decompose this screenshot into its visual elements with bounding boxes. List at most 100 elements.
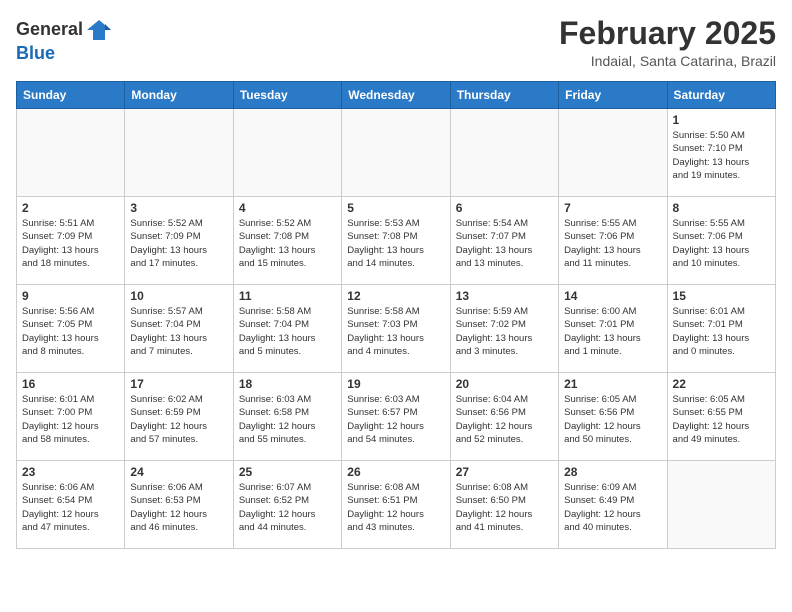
calendar-cell: 5 Sunrise: 5:53 AM Sunset: 7:08 PM Daylig… (342, 197, 450, 285)
calendar-week-3: 16 Sunrise: 6:01 AM Sunset: 7:00 PM Dayli… (17, 373, 776, 461)
calendar-cell: 6 Sunrise: 5:54 AM Sunset: 7:07 PM Daylig… (450, 197, 558, 285)
calendar-cell: 13 Sunrise: 5:59 AM Sunset: 7:02 PM Dayli… (450, 285, 558, 373)
day-number: 9 (22, 289, 119, 303)
day-number: 8 (673, 201, 770, 215)
logo: General Blue (16, 16, 113, 64)
logo-icon (85, 16, 113, 44)
day-number: 7 (564, 201, 661, 215)
calendar-cell: 4Sunrise: 5:52 AM Sunset: 7:08 PM Daylig… (233, 197, 341, 285)
day-info: Sunrise: 5:55 AM Sunset: 7:06 PM Dayligh… (564, 217, 661, 270)
calendar-cell: 26 Sunrise: 6:08 AM Sunset: 6:51 PM Dayli… (342, 461, 450, 549)
calendar-weekday-thursday: Thursday (450, 82, 558, 109)
day-info: Sunrise: 5:55 AM Sunset: 7:06 PM Dayligh… (673, 217, 770, 270)
day-info: Sunrise: 5:57 AM Sunset: 7:04 PM Dayligh… (130, 305, 227, 358)
calendar-header-row: SundayMondayTuesdayWednesdayThursdayFrid… (17, 82, 776, 109)
calendar-cell: 8 Sunrise: 5:55 AM Sunset: 7:06 PM Daylig… (667, 197, 775, 285)
calendar-cell: 14 Sunrise: 6:00 AM Sunset: 7:01 PM Dayli… (559, 285, 667, 373)
day-number: 28 (564, 465, 661, 479)
day-info: Sunrise: 5:53 AM Sunset: 7:08 PM Dayligh… (347, 217, 444, 270)
day-info: Sunrise: 5:54 AM Sunset: 7:07 PM Dayligh… (456, 217, 553, 270)
calendar-cell: 19 Sunrise: 6:03 AM Sunset: 6:57 PM Dayli… (342, 373, 450, 461)
day-number: 2 (22, 201, 119, 215)
day-info: Sunrise: 6:07 AM Sunset: 6:52 PM Dayligh… (239, 481, 336, 534)
day-info: Sunrise: 5:51 AM Sunset: 7:09 PM Dayligh… (22, 217, 119, 270)
calendar-cell (125, 109, 233, 197)
day-number: 27 (456, 465, 553, 479)
day-info: Sunrise: 5:58 AM Sunset: 7:04 PM Dayligh… (239, 305, 336, 358)
day-number: 13 (456, 289, 553, 303)
calendar-cell: 7 Sunrise: 5:55 AM Sunset: 7:06 PM Daylig… (559, 197, 667, 285)
calendar-cell: 2 Sunrise: 5:51 AM Sunset: 7:09 PM Daylig… (17, 197, 125, 285)
calendar-cell: 23Sunrise: 6:06 AM Sunset: 6:54 PM Dayli… (17, 461, 125, 549)
day-number: 6 (456, 201, 553, 215)
day-info: Sunrise: 6:04 AM Sunset: 6:56 PM Dayligh… (456, 393, 553, 446)
calendar-cell: 10 Sunrise: 5:57 AM Sunset: 7:04 PM Dayli… (125, 285, 233, 373)
calendar-cell: 22Sunrise: 6:05 AM Sunset: 6:55 PM Dayli… (667, 373, 775, 461)
day-info: Sunrise: 6:06 AM Sunset: 6:53 PM Dayligh… (130, 481, 227, 534)
calendar-cell: 25 Sunrise: 6:07 AM Sunset: 6:52 PM Dayli… (233, 461, 341, 549)
title-block: February 2025 Indaial, Santa Catarina, B… (559, 16, 776, 69)
day-info: Sunrise: 6:01 AM Sunset: 7:00 PM Dayligh… (22, 393, 119, 446)
calendar-cell: 28 Sunrise: 6:09 AM Sunset: 6:49 PM Dayli… (559, 461, 667, 549)
day-info: Sunrise: 5:56 AM Sunset: 7:05 PM Dayligh… (22, 305, 119, 358)
day-number: 15 (673, 289, 770, 303)
day-info: Sunrise: 6:03 AM Sunset: 6:57 PM Dayligh… (347, 393, 444, 446)
day-info: Sunrise: 5:58 AM Sunset: 7:03 PM Dayligh… (347, 305, 444, 358)
day-info: Sunrise: 6:00 AM Sunset: 7:01 PM Dayligh… (564, 305, 661, 358)
calendar-weekday-saturday: Saturday (667, 82, 775, 109)
calendar-weekday-wednesday: Wednesday (342, 82, 450, 109)
logo-blue: Blue (16, 44, 113, 64)
day-info: Sunrise: 6:05 AM Sunset: 6:56 PM Dayligh… (564, 393, 661, 446)
day-number: 1 (673, 113, 770, 127)
calendar-week-1: 2 Sunrise: 5:51 AM Sunset: 7:09 PM Daylig… (17, 197, 776, 285)
day-number: 18 (239, 377, 336, 391)
calendar-weekday-monday: Monday (125, 82, 233, 109)
day-number: 26 (347, 465, 444, 479)
month-title: February 2025 (559, 16, 776, 51)
day-number: 25 (239, 465, 336, 479)
day-info: Sunrise: 6:08 AM Sunset: 6:50 PM Dayligh… (456, 481, 553, 534)
calendar-cell (559, 109, 667, 197)
day-info: Sunrise: 5:50 AM Sunset: 7:10 PM Dayligh… (673, 129, 770, 182)
calendar-cell: 3Sunrise: 5:52 AM Sunset: 7:09 PM Daylig… (125, 197, 233, 285)
calendar-weekday-tuesday: Tuesday (233, 82, 341, 109)
calendar-weekday-friday: Friday (559, 82, 667, 109)
calendar-cell: 21 Sunrise: 6:05 AM Sunset: 6:56 PM Dayli… (559, 373, 667, 461)
calendar-cell (667, 461, 775, 549)
day-info: Sunrise: 6:08 AM Sunset: 6:51 PM Dayligh… (347, 481, 444, 534)
calendar-cell: 17Sunrise: 6:02 AM Sunset: 6:59 PM Dayli… (125, 373, 233, 461)
calendar-cell (450, 109, 558, 197)
day-number: 12 (347, 289, 444, 303)
page-header: General Blue February 2025 Indaial, Sant… (16, 16, 776, 69)
calendar-cell: 9 Sunrise: 5:56 AM Sunset: 7:05 PM Daylig… (17, 285, 125, 373)
day-number: 22 (673, 377, 770, 391)
logo-general: General (16, 20, 83, 40)
calendar-cell: 27 Sunrise: 6:08 AM Sunset: 6:50 PM Dayli… (450, 461, 558, 549)
day-number: 10 (130, 289, 227, 303)
day-number: 19 (347, 377, 444, 391)
calendar-cell (233, 109, 341, 197)
day-number: 17 (130, 377, 227, 391)
day-info: Sunrise: 5:52 AM Sunset: 7:08 PM Dayligh… (239, 217, 336, 270)
calendar-cell: 24Sunrise: 6:06 AM Sunset: 6:53 PM Dayli… (125, 461, 233, 549)
calendar-cell: 11Sunrise: 5:58 AM Sunset: 7:04 PM Dayli… (233, 285, 341, 373)
day-info: Sunrise: 6:09 AM Sunset: 6:49 PM Dayligh… (564, 481, 661, 534)
day-number: 16 (22, 377, 119, 391)
calendar-cell (17, 109, 125, 197)
calendar-table: SundayMondayTuesdayWednesdayThursdayFrid… (16, 81, 776, 549)
calendar-cell: 12 Sunrise: 5:58 AM Sunset: 7:03 PM Dayli… (342, 285, 450, 373)
day-info: Sunrise: 5:59 AM Sunset: 7:02 PM Dayligh… (456, 305, 553, 358)
calendar-cell: 16 Sunrise: 6:01 AM Sunset: 7:00 PM Dayli… (17, 373, 125, 461)
location: Indaial, Santa Catarina, Brazil (559, 53, 776, 69)
day-number: 21 (564, 377, 661, 391)
day-number: 5 (347, 201, 444, 215)
day-number: 3 (130, 201, 227, 215)
calendar-cell: 20Sunrise: 6:04 AM Sunset: 6:56 PM Dayli… (450, 373, 558, 461)
calendar-week-2: 9 Sunrise: 5:56 AM Sunset: 7:05 PM Daylig… (17, 285, 776, 373)
calendar-weekday-sunday: Sunday (17, 82, 125, 109)
calendar-cell: 1 Sunrise: 5:50 AM Sunset: 7:10 PM Daylig… (667, 109, 775, 197)
day-info: Sunrise: 6:03 AM Sunset: 6:58 PM Dayligh… (239, 393, 336, 446)
calendar-week-0: 1 Sunrise: 5:50 AM Sunset: 7:10 PM Daylig… (17, 109, 776, 197)
calendar-cell: 15Sunrise: 6:01 AM Sunset: 7:01 PM Dayli… (667, 285, 775, 373)
day-number: 14 (564, 289, 661, 303)
